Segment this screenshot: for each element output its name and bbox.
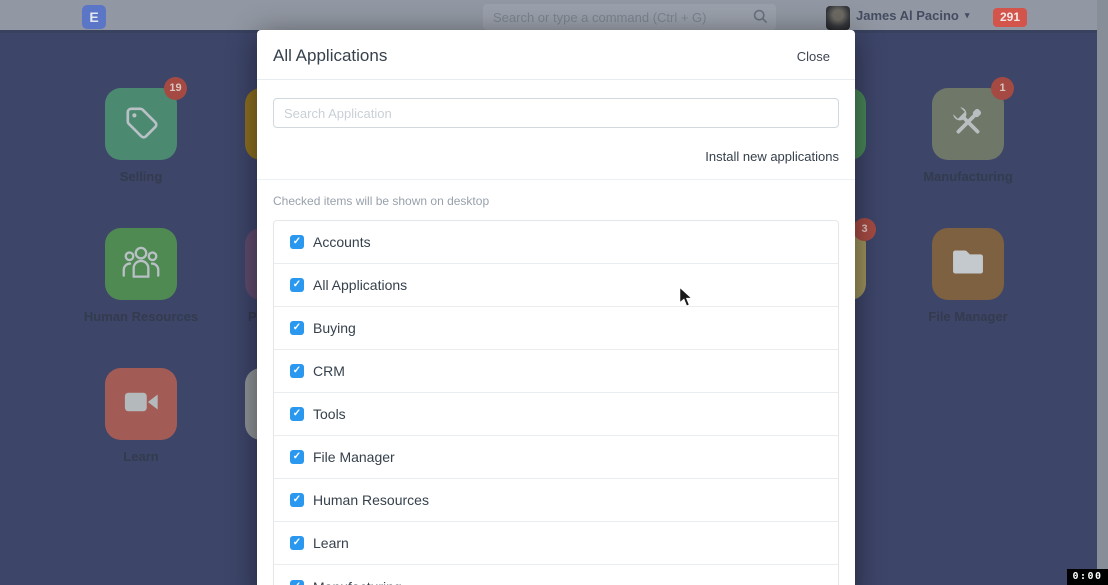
- desktop-icon-human-resources[interactable]: [105, 228, 177, 300]
- checkbox-checked[interactable]: ✓: [290, 235, 304, 249]
- modal-list-section: Checked items will be shown on desktop ✓…: [257, 180, 855, 585]
- checkbox-checked[interactable]: ✓: [290, 321, 304, 335]
- app-label: Human Resources: [313, 492, 429, 508]
- desktop-icon-selling[interactable]: [105, 88, 177, 160]
- notifications-badge[interactable]: 291: [993, 8, 1027, 27]
- app-list: ✓ Accounts ✓ All Applications ✓ Buying ✓…: [273, 220, 839, 585]
- desktop-icon-label: Manufacturing: [888, 169, 1048, 184]
- tag-icon: [119, 100, 163, 149]
- modal-search-section: Install new applications: [257, 80, 855, 180]
- desktop-icon-label: Selling: [61, 169, 221, 184]
- desktop-icon-label: Human Resources: [61, 309, 221, 324]
- desktop-icon-label: File Manager: [888, 309, 1048, 324]
- user-name: James Al Pacino: [856, 8, 959, 23]
- app-checkbox-row[interactable]: ✓ Learn: [274, 522, 838, 565]
- app-label: Learn: [313, 535, 349, 551]
- people-icon: [118, 241, 164, 288]
- desk-screen: E James Al Pacino ▾ 291 0:00 19: [0, 0, 1108, 585]
- scrollbar[interactable]: [1097, 0, 1108, 585]
- checkbox-checked[interactable]: ✓: [290, 536, 304, 550]
- checkbox-checked[interactable]: ✓: [290, 278, 304, 292]
- global-search-input[interactable]: [483, 4, 776, 30]
- app-checkbox-row[interactable]: ✓ Accounts: [274, 221, 838, 264]
- checkbox-checked[interactable]: ✓: [290, 407, 304, 421]
- list-hint: Checked items will be shown on desktop: [273, 194, 839, 208]
- app-logo[interactable]: E: [82, 5, 106, 29]
- app-checkbox-row[interactable]: ✓ Buying: [274, 307, 838, 350]
- app-checkbox-row[interactable]: ✓ CRM: [274, 350, 838, 393]
- mouse-cursor: [678, 286, 696, 314]
- checkbox-checked[interactable]: ✓: [290, 450, 304, 464]
- desktop-icon-learn[interactable]: [105, 368, 177, 440]
- app-label: Accounts: [313, 234, 371, 250]
- install-new-applications-link[interactable]: Install new applications: [273, 149, 839, 164]
- close-button[interactable]: Close: [797, 49, 830, 64]
- user-avatar[interactable]: [826, 6, 850, 30]
- app-label: CRM: [313, 363, 345, 379]
- modal-header: All Applications Close: [257, 30, 855, 80]
- checkbox-checked[interactable]: ✓: [290, 580, 304, 585]
- desktop-icon-label: Learn: [61, 449, 221, 464]
- all-applications-modal: All Applications Close Install new appli…: [257, 30, 855, 585]
- selling-count-badge: 19: [164, 77, 187, 100]
- app-label: All Applications: [313, 277, 407, 293]
- modal-title: All Applications: [273, 46, 387, 66]
- checkbox-checked[interactable]: ✓: [290, 364, 304, 378]
- video-camera-icon: [118, 379, 164, 430]
- app-label: Tools: [313, 406, 346, 422]
- checkbox-checked[interactable]: ✓: [290, 493, 304, 507]
- app-label: Manufacturing: [313, 579, 402, 585]
- app-checkbox-row[interactable]: ✓ Manufacturing: [274, 565, 838, 585]
- app-label: Buying: [313, 320, 356, 336]
- app-checkbox-row[interactable]: ✓ All Applications: [274, 264, 838, 307]
- user-menu[interactable]: James Al Pacino ▾: [856, 0, 969, 30]
- recording-timer: 0:00: [1067, 569, 1108, 585]
- hidden-icon-count-badge: 3: [853, 218, 876, 241]
- tools-icon: [946, 100, 990, 149]
- app-label: File Manager: [313, 449, 395, 465]
- app-checkbox-row[interactable]: ✓ File Manager: [274, 436, 838, 479]
- manufacturing-count-badge: 1: [991, 77, 1014, 100]
- application-search-input[interactable]: [273, 98, 839, 128]
- app-checkbox-row[interactable]: ✓ Tools: [274, 393, 838, 436]
- chevron-down-icon: ▾: [965, 10, 970, 21]
- folder-icon: [945, 239, 991, 290]
- top-navbar: E James Al Pacino ▾ 291: [0, 0, 1108, 33]
- app-checkbox-row[interactable]: ✓ Human Resources: [274, 479, 838, 522]
- desktop-icon-manufacturing[interactable]: [932, 88, 1004, 160]
- search-icon: [753, 9, 768, 29]
- desktop-icon-file-manager[interactable]: [932, 228, 1004, 300]
- global-search: [483, 4, 776, 30]
